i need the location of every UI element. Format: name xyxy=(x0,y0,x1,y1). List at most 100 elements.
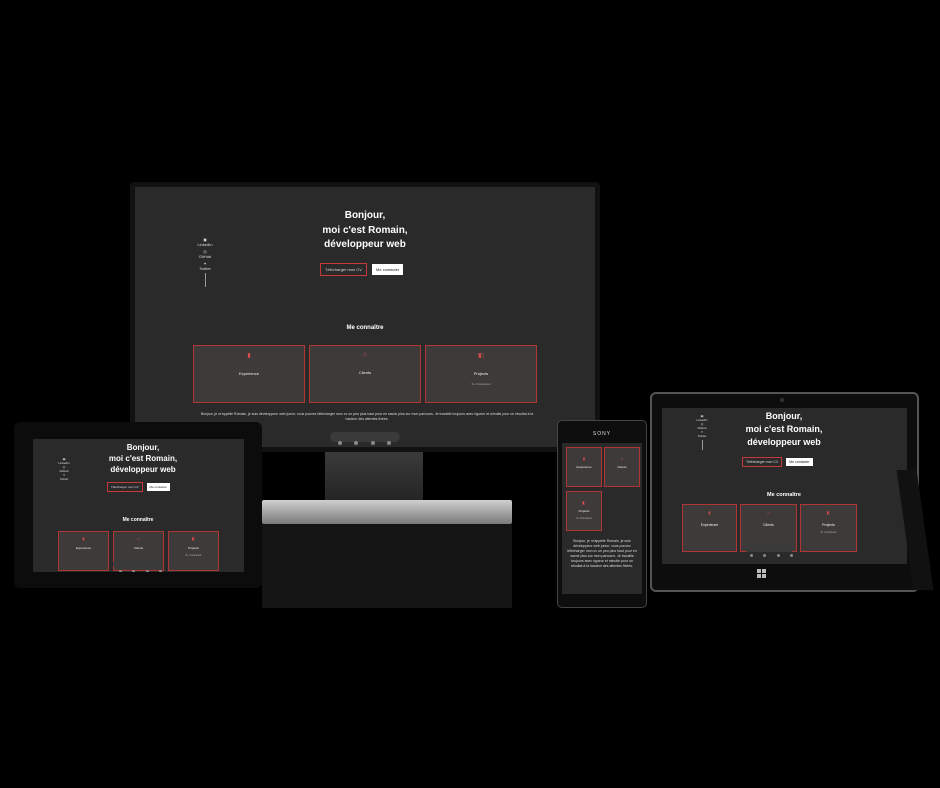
card-projects[interactable]: ◧ Projects 5+ Completed xyxy=(566,491,602,531)
hero-line-3: développeur web xyxy=(747,437,821,448)
dock-icon[interactable] xyxy=(763,554,767,557)
dock-icon[interactable] xyxy=(354,441,359,445)
phone-brand: SONY xyxy=(592,431,612,437)
card-label: Experience xyxy=(576,465,592,469)
users-icon: ⌂ xyxy=(620,456,624,461)
card-experience[interactable]: ▮ Experience xyxy=(193,345,305,403)
hero-line-1: Bonjour, xyxy=(126,443,160,452)
card-sub: 5+ Completed xyxy=(471,382,491,386)
hero-title: Bonjour, moi c'est Romain, développeur w… xyxy=(88,442,198,476)
bottom-dock xyxy=(113,560,163,572)
dock-icon[interactable] xyxy=(370,441,375,445)
social-links: ▣ LinkedIn ◎ GitHub ✦ Twitter xyxy=(55,457,73,481)
folder-icon: ◧ xyxy=(582,500,586,505)
social-divider xyxy=(204,273,206,287)
twitter-label[interactable]: Twitter xyxy=(60,477,69,481)
card-experience[interactable]: ▮ Experience xyxy=(58,531,109,571)
hero-line-1: Bonjour, xyxy=(765,411,803,421)
card-label: Experience xyxy=(238,371,259,376)
hero-line-3: développeur web xyxy=(324,239,406,250)
folder-icon: ◧ xyxy=(478,353,484,359)
card-label: Clients xyxy=(358,370,372,375)
monitor-base xyxy=(262,500,512,524)
hero-buttons: Télécharger mon CV Me contacter xyxy=(320,263,420,276)
dock-icon[interactable] xyxy=(387,441,392,445)
download-cv-button[interactable]: Télécharger mon CV xyxy=(320,263,367,276)
briefcase-icon: ▮ xyxy=(582,456,586,461)
dock-icon[interactable] xyxy=(790,554,794,557)
linkedin-label[interactable]: LinkedIn xyxy=(197,242,212,247)
users-icon: ⌂ xyxy=(767,510,770,515)
dock-icon[interactable] xyxy=(776,554,780,557)
hero-line-3: développeur web xyxy=(110,465,176,475)
card-label: Clients xyxy=(617,465,627,469)
card-projects[interactable]: ◧ Projects 5+ Completed xyxy=(800,504,857,552)
card-label: Projects xyxy=(188,546,199,550)
contact-button[interactable]: Me contacter xyxy=(372,264,404,275)
social-divider xyxy=(701,440,703,450)
dock-icon[interactable] xyxy=(145,570,149,572)
contact-button[interactable]: Me contacter xyxy=(786,458,813,466)
contact-button[interactable]: Me contacter xyxy=(146,483,170,491)
about-title: Me connaître xyxy=(122,517,154,523)
monitor-shadow xyxy=(262,524,512,608)
dock-icon[interactable] xyxy=(159,570,163,572)
hero-line-2: moi c'est Romain, xyxy=(108,454,178,464)
users-icon: ⌂ xyxy=(363,352,367,358)
bottom-dock xyxy=(330,432,400,445)
card-projects[interactable]: ◧ Projects 5+ Completed xyxy=(168,531,219,571)
briefcase-icon: ▮ xyxy=(708,510,711,515)
card-projects[interactable]: ◧ Projects 5+ Completed xyxy=(425,345,537,403)
phone-screen: ▮ Experience ⌂ Clients ◧ Projects 5+ Com… xyxy=(562,443,642,594)
bio-text: Bonjour, je m'appelle Romain, je suis dé… xyxy=(200,412,534,422)
hero-line-1: Bonjour, xyxy=(344,210,386,221)
hero-title: Bonjour, moi c'est Romain, développeur w… xyxy=(265,209,465,253)
twitter-label[interactable]: Twitter xyxy=(698,434,707,438)
card-label: Clients xyxy=(133,546,144,550)
dock-icon[interactable] xyxy=(119,570,122,572)
folder-icon: ◧ xyxy=(826,510,831,515)
bio-text: Bonjour, je m'appelle Romain, je suis dé… xyxy=(567,539,637,569)
card-sub: 5+ Completed xyxy=(185,554,202,557)
social-links: ▣ LinkedIn ◎ GitHub ✦ Twitter xyxy=(692,414,712,450)
download-cv-button[interactable]: Télécharger mon CV xyxy=(742,457,783,467)
users-icon: ⌂ xyxy=(137,536,140,541)
tablet-right-screen: ▣ LinkedIn ◎ GitHub ✦ Twitter Bonjour, m… xyxy=(662,408,907,564)
card-label: Projects xyxy=(473,371,489,376)
hero-title: Bonjour, moi c'est Romain, développeur w… xyxy=(724,410,844,449)
bottom-dock xyxy=(744,544,794,557)
hero-line-2: moi c'est Romain, xyxy=(322,224,408,236)
card-experience[interactable]: ▮ Experience xyxy=(682,504,737,552)
card-sub: 5+ Completed xyxy=(820,531,837,534)
download-cv-button[interactable]: Télécharger mon CV xyxy=(107,482,143,492)
github-label[interactable]: GitHub xyxy=(199,254,211,259)
folder-icon: ◧ xyxy=(191,536,196,541)
dock-icon[interactable] xyxy=(132,570,136,572)
social-links: ▣ LinkedIn ◎ GitHub ✦ Twitter xyxy=(190,237,220,287)
hero-buttons: Télécharger mon CV Me contacter xyxy=(107,482,197,492)
card-clients[interactable]: ⌂ Clients xyxy=(309,345,421,403)
briefcase-icon: ▮ xyxy=(82,536,85,541)
twitter-label[interactable]: Twitter xyxy=(199,266,211,271)
camera-dot xyxy=(780,398,784,402)
hero-line-2: moi c'est Romain, xyxy=(745,424,823,435)
card-clients[interactable]: ⌂ Clients xyxy=(604,447,640,487)
tablet-left-device: ▣ LinkedIn ◎ GitHub ✦ Twitter Bonjour, m… xyxy=(14,422,262,588)
card-label: Experience xyxy=(700,523,719,527)
about-title: Me connaître xyxy=(767,492,801,498)
card-label: Projects xyxy=(822,523,835,527)
dock-icon[interactable] xyxy=(750,554,753,557)
briefcase-icon: ▮ xyxy=(247,353,251,359)
monitor-screen: ▣ LinkedIn ◎ GitHub ✦ Twitter Bonjour, m… xyxy=(135,187,595,447)
windows-logo-icon[interactable] xyxy=(757,569,767,579)
card-label: Projects xyxy=(578,509,590,513)
card-label: Experience xyxy=(75,546,91,550)
tablet-right-device: ▣ LinkedIn ◎ GitHub ✦ Twitter Bonjour, m… xyxy=(650,392,919,592)
card-sub: 5+ Completed xyxy=(576,517,592,520)
card-label: Clients xyxy=(763,523,774,527)
about-title: Me connaître xyxy=(346,325,384,331)
card-experience[interactable]: ▮ Experience xyxy=(566,447,602,487)
dock-icon[interactable] xyxy=(338,441,342,445)
tablet-left-screen: ▣ LinkedIn ◎ GitHub ✦ Twitter Bonjour, m… xyxy=(33,439,244,572)
phone-device: SONY ▮ Experience ⌂ Clients ◧ Projects 5… xyxy=(557,420,647,608)
